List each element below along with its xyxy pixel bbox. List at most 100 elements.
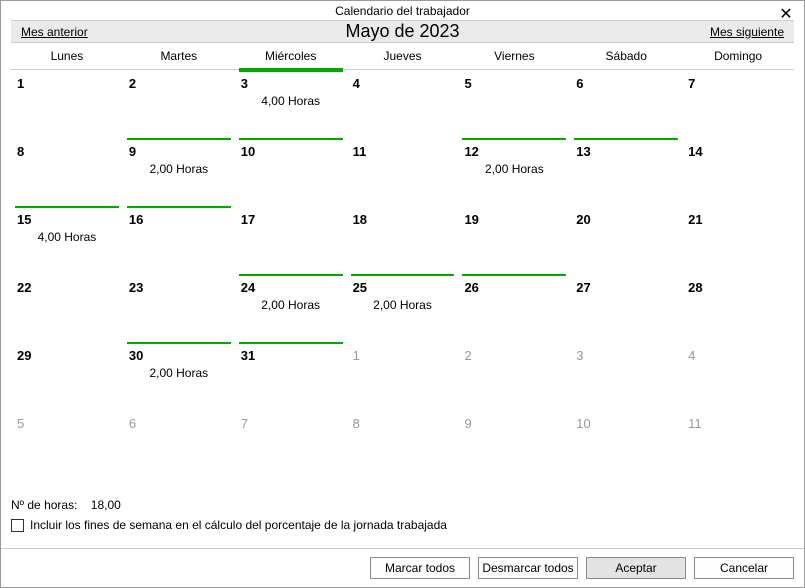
prev-month-link[interactable]: Mes anterior xyxy=(21,25,88,39)
calendar-day[interactable]: 29 xyxy=(11,342,123,410)
calendar-day[interactable]: 11 xyxy=(682,410,794,478)
day-hours-label: 4,00 Horas xyxy=(11,230,123,244)
calendar-day[interactable]: 15 4,00 Horas xyxy=(11,206,123,274)
day-number: 9 xyxy=(464,416,471,431)
day-number: 18 xyxy=(353,212,367,227)
calendar-day[interactable]: 31 xyxy=(235,342,347,410)
calendar-day[interactable]: 14 xyxy=(682,138,794,206)
calendar-day[interactable]: 7 xyxy=(235,410,347,478)
calendar-day[interactable]: 34,00 Horas xyxy=(235,70,347,138)
weekday-header[interactable]: Jueves xyxy=(347,43,459,69)
day-mark xyxy=(127,342,231,344)
day-number: 8 xyxy=(17,144,24,159)
calendar-day[interactable]: 1 xyxy=(11,70,123,138)
calendar-day[interactable]: 242,00 Horas xyxy=(235,274,347,342)
next-month-link[interactable]: Mes siguiente xyxy=(710,25,784,39)
calendar-day[interactable]: 6 xyxy=(570,70,682,138)
calendar-day[interactable]: 30 2,00 Horas xyxy=(123,342,235,410)
day-number: 15 xyxy=(17,212,31,227)
day-number: 9 xyxy=(129,144,136,159)
calendar-day[interactable]: 12 2,00 Horas xyxy=(458,138,570,206)
unmark-all-button[interactable]: Desmarcar todos xyxy=(478,557,578,579)
weekday-header[interactable]: Viernes xyxy=(458,43,570,69)
calendar-day[interactable]: 2 xyxy=(458,342,570,410)
day-number: 22 xyxy=(17,280,31,295)
day-mark xyxy=(239,274,343,276)
day-number: 3 xyxy=(576,348,583,363)
weekday-header[interactable]: Miércoles xyxy=(235,43,347,69)
weekday-header[interactable]: Domingo xyxy=(682,43,794,69)
calendar-day[interactable]: 23 xyxy=(123,274,235,342)
day-number: 30 xyxy=(129,348,143,363)
day-number: 16 xyxy=(129,212,143,227)
day-number: 12 xyxy=(464,144,478,159)
calendar-day[interactable]: 5 xyxy=(458,70,570,138)
day-number: 31 xyxy=(241,348,255,363)
day-mark xyxy=(15,206,119,208)
calendar-day[interactable]: 2 xyxy=(123,70,235,138)
calendar-day[interactable]: 17 xyxy=(235,206,347,274)
calendar-week: 22 23 242,00 Horas252,00 Horas 26 27 28 xyxy=(11,274,794,342)
calendar-day[interactable]: 5 xyxy=(11,410,123,478)
calendar-day[interactable]: 7 xyxy=(682,70,794,138)
day-hours-label: 2,00 Horas xyxy=(458,162,570,176)
weekend-check-row: Incluir los fines de semana en el cálcul… xyxy=(11,518,794,532)
day-number: 6 xyxy=(129,416,136,431)
day-hours-label: 2,00 Horas xyxy=(235,298,347,312)
calendar-day[interactable]: 10 xyxy=(570,410,682,478)
weekday-header[interactable]: Lunes xyxy=(11,43,123,69)
day-number: 26 xyxy=(464,280,478,295)
total-hours-label: Nº de horas: xyxy=(11,498,77,512)
titlebar: Calendario del trabajador ✕ xyxy=(1,1,804,20)
calendar-day[interactable]: 28 xyxy=(682,274,794,342)
calendar-day[interactable]: 22 xyxy=(11,274,123,342)
calendar-day[interactable]: 9 xyxy=(458,410,570,478)
calendar-day[interactable]: 13 xyxy=(570,138,682,206)
day-mark xyxy=(127,206,231,208)
calendar-day[interactable]: 26 xyxy=(458,274,570,342)
calendar-day[interactable]: 18 xyxy=(347,206,459,274)
mark-all-button[interactable]: Marcar todos xyxy=(370,557,470,579)
day-number: 2 xyxy=(464,348,471,363)
calendar-day[interactable]: 252,00 Horas xyxy=(347,274,459,342)
calendar-day[interactable]: 19 xyxy=(458,206,570,274)
day-number: 3 xyxy=(241,76,248,91)
day-number: 28 xyxy=(688,280,702,295)
day-hours-label: 2,00 Horas xyxy=(123,366,235,380)
calendar-day[interactable]: 6 xyxy=(123,410,235,478)
calendar-day[interactable]: 8 xyxy=(347,410,459,478)
ok-button[interactable]: Aceptar xyxy=(586,557,686,579)
calendar-day[interactable]: 1 xyxy=(347,342,459,410)
calendar-day[interactable]: 92,00 Horas xyxy=(123,138,235,206)
weekend-checkbox[interactable] xyxy=(11,519,24,532)
calendar-dialog: Calendario del trabajador ✕ Mes anterior… xyxy=(0,0,805,588)
button-row: Marcar todos Desmarcar todos Aceptar Can… xyxy=(1,548,804,587)
footer: Nº de horas: 18,00 Incluir los fines de … xyxy=(11,478,794,548)
calendar-day[interactable]: 16 xyxy=(123,206,235,274)
calendar-week: 1234,00 Horas 4 567 xyxy=(11,70,794,138)
calendar-day[interactable]: 10 xyxy=(235,138,347,206)
weekday-header[interactable]: Martes xyxy=(123,43,235,69)
day-mark xyxy=(239,138,343,140)
total-hours-row: Nº de horas: 18,00 xyxy=(11,498,794,512)
calendar-day[interactable]: 3 xyxy=(570,342,682,410)
dialog-title: Calendario del trabajador xyxy=(335,4,470,18)
calendar-day[interactable]: 11 xyxy=(347,138,459,206)
day-number: 4 xyxy=(688,348,695,363)
day-number: 29 xyxy=(17,348,31,363)
calendar-day[interactable]: 20 xyxy=(570,206,682,274)
calendar-day[interactable]: 8 xyxy=(11,138,123,206)
calendar-day[interactable]: 21 xyxy=(682,206,794,274)
day-number: 23 xyxy=(129,280,143,295)
day-number: 4 xyxy=(353,76,360,91)
weekend-checkbox-label: Incluir los fines de semana en el cálcul… xyxy=(30,518,447,532)
calendar-day[interactable]: 27 xyxy=(570,274,682,342)
calendar-week: 8 92,00 Horas1011 12 2,00 Horas1314 xyxy=(11,138,794,206)
weekday-header[interactable]: Sábado xyxy=(570,43,682,69)
day-hours-label: 2,00 Horas xyxy=(347,298,459,312)
calendar-day[interactable]: 4 xyxy=(347,70,459,138)
calendar-day[interactable]: 4 xyxy=(682,342,794,410)
day-mark xyxy=(351,274,455,276)
day-number: 7 xyxy=(241,416,248,431)
cancel-button[interactable]: Cancelar xyxy=(694,557,794,579)
